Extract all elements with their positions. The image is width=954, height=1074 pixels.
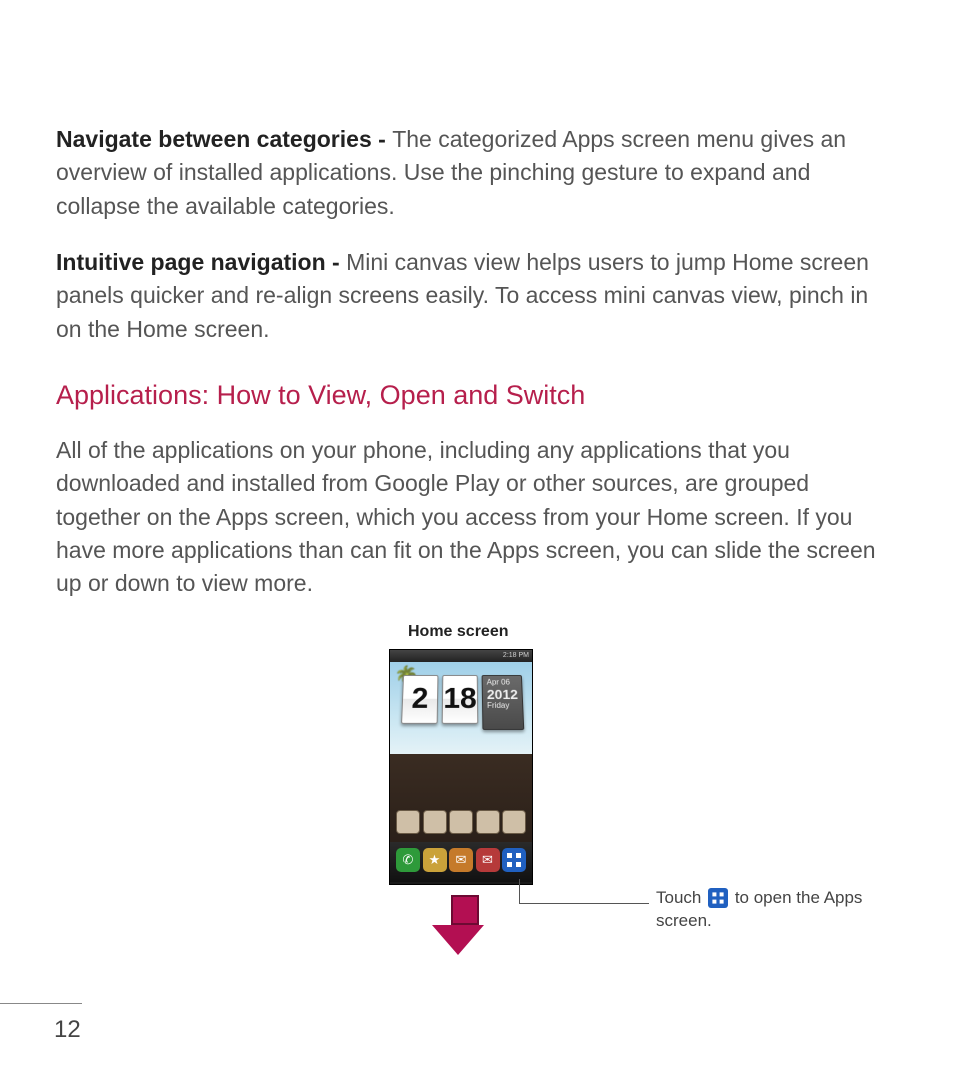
- dock-email-icon: ✉: [476, 848, 500, 872]
- home-lower: [390, 754, 532, 842]
- lead-navigate: Navigate between categories -: [56, 126, 392, 152]
- clock-widget: 2 18 Apr 06 2012 Friday: [401, 675, 521, 728]
- lead-intuitive: Intuitive page navigation -: [56, 249, 346, 275]
- page-number: 12: [54, 1016, 81, 1044]
- section-heading-applications: Applications: How to View, Open and Swit…: [56, 380, 898, 411]
- dock-messaging-icon: ✉: [449, 848, 473, 872]
- dock-contacts-icon: ★: [423, 848, 447, 872]
- apps-grid-icon: [507, 853, 521, 867]
- apps-grid-icon: [712, 893, 723, 904]
- paragraph-applications-overview: All of the applications on your phone, i…: [56, 434, 898, 601]
- shortcut-icon: [502, 810, 526, 834]
- clock-minute: 18: [442, 675, 479, 724]
- clock-year: 2012: [487, 687, 518, 702]
- callout-leader-vertical: [519, 879, 520, 903]
- dock: ✆ ★ ✉ ✉: [390, 842, 532, 882]
- clock-day: Friday: [487, 702, 519, 711]
- callout-open-apps: Touch to open the Apps screen.: [656, 887, 916, 933]
- shortcut-icon: [396, 810, 420, 834]
- callout-leader-horizontal: [519, 903, 649, 904]
- footer-rule: [0, 1003, 82, 1004]
- shortcut-row: [390, 810, 532, 834]
- paragraph-navigate-categories: Navigate between categories - The catego…: [56, 123, 898, 223]
- apps-icon-inline: [708, 888, 728, 908]
- shortcut-icon: [449, 810, 473, 834]
- status-bar: 2:18 PM: [390, 650, 532, 662]
- shortcut-icon: [476, 810, 500, 834]
- paragraph-intuitive-navigation: Intuitive page navigation - Mini canvas …: [56, 246, 898, 346]
- dock-phone-icon: ✆: [396, 848, 420, 872]
- shortcut-icon: [423, 810, 447, 834]
- figure-home-screen: Home screen 2:18 PM 🌴 2 18 Apr 06 2012 F…: [56, 623, 898, 993]
- figure-caption: Home screen: [408, 623, 509, 641]
- home-wallpaper: 🌴 2 18 Apr 06 2012 Friday: [390, 662, 532, 754]
- clock-date-panel: Apr 06 2012 Friday: [482, 675, 525, 730]
- callout-text-before: Touch: [656, 888, 706, 907]
- phone-screenshot: 2:18 PM 🌴 2 18 Apr 06 2012 Friday: [389, 649, 533, 885]
- clock-hour: 2: [401, 675, 438, 724]
- dock-apps-icon: [502, 848, 526, 872]
- arrow-down-icon: [446, 895, 484, 955]
- status-time: 2:18 PM: [503, 652, 529, 659]
